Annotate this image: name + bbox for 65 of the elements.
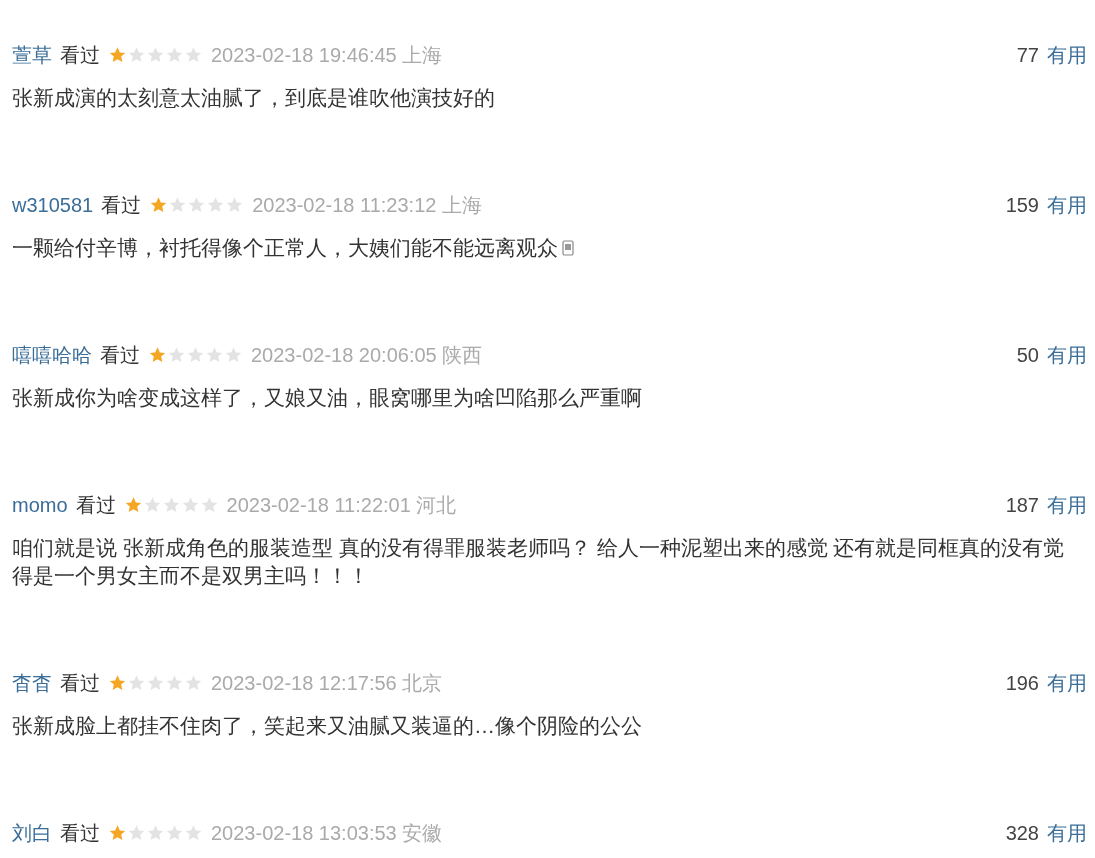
review-timestamp: 2023-02-18 12:17:56 北京: [211, 671, 443, 696]
vote-count: 159: [1005, 193, 1039, 218]
review-comment: 张新成脸上都挂不住肉了，笑起来又油腻又装逼的…像个阴险的公公: [12, 713, 642, 739]
star-icon: [165, 824, 184, 842]
star-icon: [161, 496, 181, 514]
watch-status: 看过: [75, 493, 116, 518]
useful-link[interactable]: 有用: [1047, 340, 1087, 370]
username-link[interactable]: 杳杳: [12, 668, 52, 698]
star-icon: [225, 196, 245, 214]
star-icon: [146, 46, 165, 64]
vote-count: 50: [1016, 343, 1039, 368]
star-icon: [127, 674, 146, 692]
star-icon: [167, 346, 186, 364]
username-link[interactable]: momo: [12, 490, 68, 520]
watch-status: 看过: [60, 43, 100, 68]
review-timestamp: 2023-02-18 11:22:01 河北: [226, 493, 457, 518]
vote-count: 77: [1016, 43, 1039, 68]
star-icon: [199, 496, 219, 514]
star-icon: [168, 196, 188, 214]
watch-status: 看过: [60, 821, 100, 846]
star-icon: [165, 674, 184, 692]
watch-status: 看过: [101, 193, 142, 218]
star-icon: [146, 824, 165, 842]
useful-link[interactable]: 有用: [1047, 668, 1087, 698]
username-link[interactable]: w310581: [12, 190, 94, 220]
star-icon: [148, 346, 167, 364]
review-comment: 一颗给付辛博，衬托得像个正常人，大姨们能不能远离观众: [12, 235, 558, 261]
useful-link[interactable]: 有用: [1047, 490, 1087, 520]
star-icon: [146, 674, 165, 692]
star-icon: [165, 46, 184, 64]
username-link[interactable]: 嘻嘻哈哈: [12, 340, 92, 370]
review-comment: 张新成演的太刻意太油腻了，到底是谁吹他演技好的: [12, 85, 495, 111]
useful-link[interactable]: 有用: [1047, 818, 1087, 848]
star-icon: [186, 346, 205, 364]
username-link[interactable]: 刘白: [12, 818, 52, 848]
star-icon: [108, 46, 127, 64]
review-timestamp: 2023-02-18 11:23:12 上海: [252, 193, 482, 218]
vote-count: 196: [1005, 671, 1039, 696]
star-icon: [187, 196, 207, 214]
star-icon: [127, 46, 146, 64]
star-icon: [142, 496, 162, 514]
star-icon: [127, 824, 146, 842]
useful-link[interactable]: 有用: [1047, 190, 1087, 220]
watch-status: 看过: [60, 671, 100, 696]
star-icon: [224, 346, 243, 364]
review-timestamp: 2023-02-18 19:46:45 上海: [211, 43, 443, 68]
star-icon: [205, 346, 224, 364]
star-icon: [184, 824, 203, 842]
useful-link[interactable]: 有用: [1047, 40, 1087, 70]
star-icon: [149, 196, 169, 214]
review-timestamp: 2023-02-18 13:03:53 安徽: [211, 821, 443, 846]
star-icon: [184, 46, 203, 64]
watch-status: 看过: [100, 343, 140, 368]
star-icon: [206, 196, 226, 214]
username-link[interactable]: 萱草: [12, 40, 52, 70]
review-comment: 张新成你为啥变成这样了，又娘又油，眼窝哪里为啥凹陷那么严重啊: [12, 385, 642, 411]
vote-count: 328: [1005, 821, 1039, 846]
star-icon: [180, 496, 200, 514]
star-icon: [108, 674, 127, 692]
star-icon: [108, 824, 127, 842]
vote-count: 187: [1005, 493, 1039, 518]
review-timestamp: 2023-02-18 20:06:05 陕西: [251, 343, 483, 368]
review-comment: 咱们就是说 张新成角色的服装造型 真的没有得罪服装老师吗？ 给人一种泥塑出来的感觉 还有就是同框真的没有觉得是一个男女主而不是双男主吗！！！: [12, 535, 1066, 589]
star-icon: [184, 674, 203, 692]
star-icon: [123, 496, 143, 514]
